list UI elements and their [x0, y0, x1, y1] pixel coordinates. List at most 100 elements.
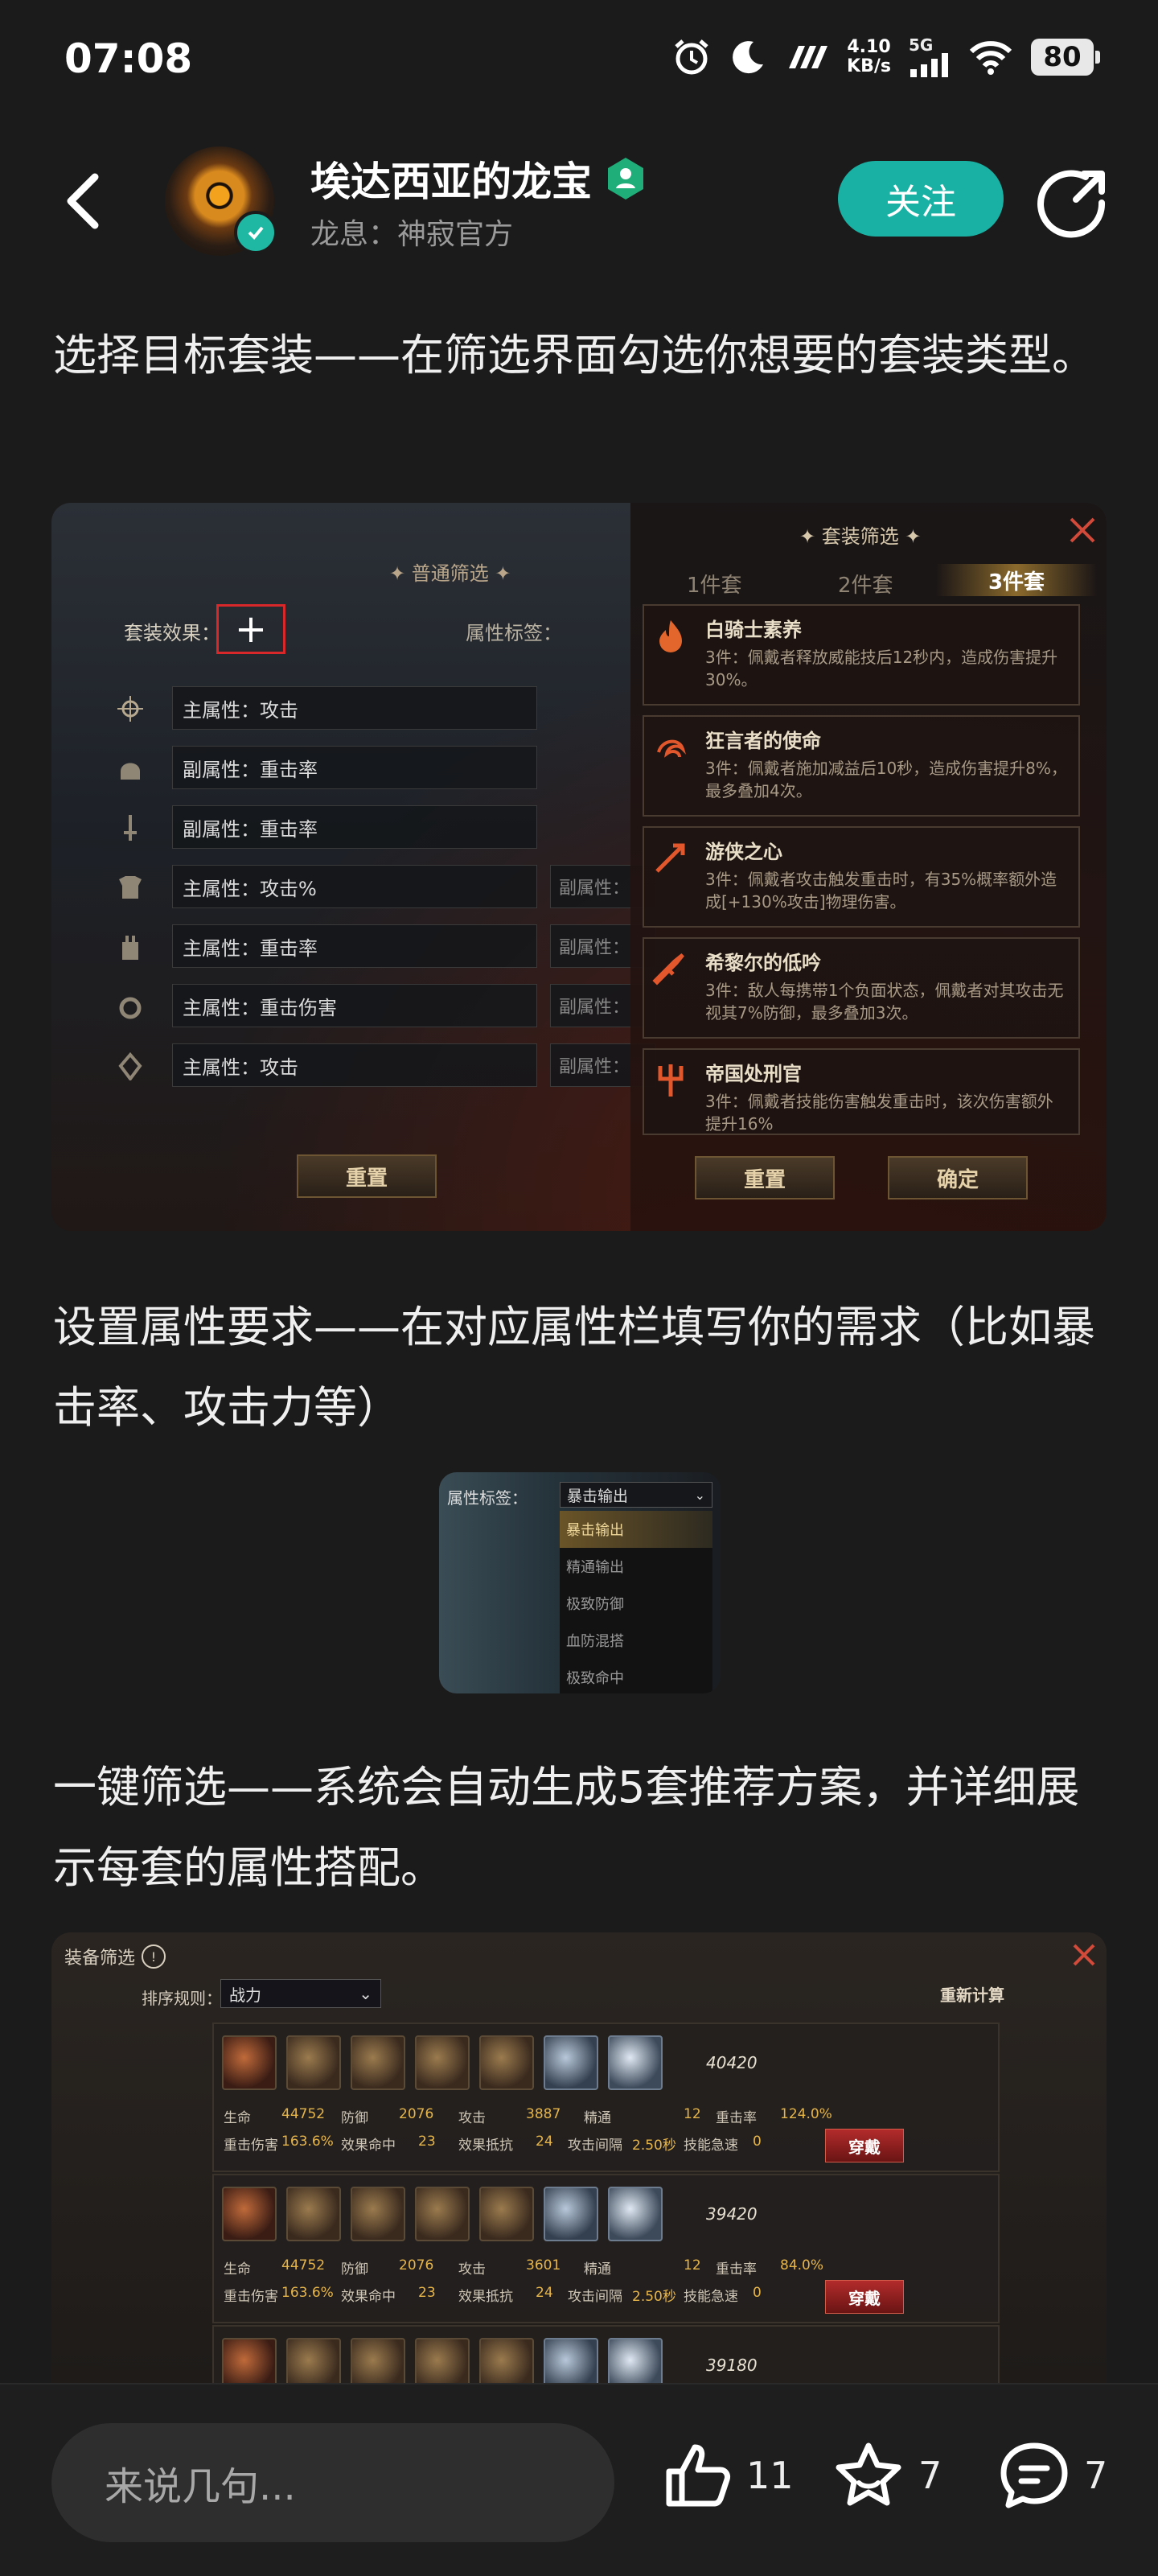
equipment-icon [608, 2187, 663, 2241]
equipment-icon [608, 2338, 663, 2383]
glove-slot-icon [122, 936, 138, 960]
helmet-slot-icon [121, 763, 140, 780]
sword-slot-icon [124, 815, 137, 841]
share-icon[interactable] [1037, 166, 1110, 238]
option-max-defense[interactable]: 极致防御 [560, 1585, 712, 1622]
like-count: 11 [746, 2454, 794, 2497]
star-icon [836, 2442, 901, 2506]
sort-label: 排序规则： [142, 1989, 222, 2008]
verified-badge-icon [234, 211, 277, 254]
stats-line: 生命 44752 防御 2076 攻击 3887 精通 12 重击率 124.0% [224, 2106, 832, 2126]
attr-row[interactable]: 主属性：重击率 副属性： [84, 924, 656, 969]
option-crit-output[interactable]: 暴击输出 [560, 1511, 712, 1548]
attr-row[interactable]: 主属性：攻击% 副属性： [84, 865, 656, 910]
normal-filter-title: ✦ 普通筛选 ✦ [389, 562, 511, 585]
confirm-button[interactable]: 确定 [888, 1156, 1028, 1200]
set-option[interactable]: 白骑士素养 3件：佩戴者释放威能技后12秒内，造成伤害提升30%。 [643, 604, 1080, 706]
post-header: 埃达西亚的龙宝 龙息：神寂官方 关注 [0, 137, 1158, 265]
status-time: 07:08 [64, 35, 193, 82]
back-icon[interactable] [56, 169, 113, 233]
equipment-icon [222, 2187, 277, 2241]
attr-row[interactable]: 副属性：重击率 [84, 746, 598, 791]
build-row[interactable]: 39180 [212, 2325, 1000, 2383]
equipment-icon [222, 2035, 277, 2090]
equipment-filter-screenshot[interactable]: 装备筛选 ! 排序规则： 战力 ⌄ 重新计算 40420 生命 44752 防御 20… [51, 1932, 1107, 2383]
equipment-icon [286, 2338, 341, 2383]
attr-row[interactable]: 主属性：攻击 [84, 686, 598, 731]
bottom-action-bar: 来说几句... 11 7 7 [0, 2383, 1158, 2576]
status-icons: 4.10 KB/s 5G 80 [671, 37, 1100, 77]
info-icon: ! [142, 1944, 166, 1969]
set-option[interactable]: 帝国处刑官 3件：佩戴者技能伤害触发重击时，该次伤害额外提升16% [643, 1048, 1080, 1135]
equipment-icon [351, 2187, 405, 2241]
comment-button[interactable]: 7 [997, 2439, 1107, 2512]
carrier-logo-icon [789, 46, 828, 68]
equipment-icon [415, 2035, 470, 2090]
tab-2-piece[interactable]: 2件套 [838, 569, 893, 599]
close-icon[interactable] [1066, 514, 1098, 546]
equipment-icon [544, 2338, 598, 2383]
attr-row[interactable]: 主属性：攻击 副属性： [84, 1043, 656, 1088]
tab-3-piece[interactable]: 3件套 [936, 564, 1097, 596]
option-mastery-output[interactable]: 精通输出 [560, 1548, 712, 1585]
option-hp-defense-mix[interactable]: 血防混搭 [560, 1622, 712, 1659]
avatar[interactable] [165, 146, 277, 256]
sort-select[interactable]: 战力 ⌄ [220, 1979, 381, 2008]
set-effect-label: 套装效果： [124, 622, 220, 644]
equipment-icon [351, 2035, 405, 2090]
alarm-icon [675, 39, 708, 75]
power-value: 40420 [706, 2053, 758, 2072]
comment-input[interactable]: 来说几句... [51, 2423, 614, 2542]
close-icon[interactable] [1070, 1940, 1098, 1969]
build-row[interactable]: 39420 生命 44752 防御 2076 攻击 3601 精通 12 重击率 84.0… [212, 2174, 1000, 2323]
moon-icon [733, 41, 764, 74]
set-option[interactable]: 希黎尔的低吟 3件：敌人每携带1个负面状态，佩戴者对其攻击无视其7%防御，最多叠… [643, 937, 1080, 1039]
build-row[interactable]: 40420 生命 44752 防御 2076 攻击 3887 精通 12 重击率 124.… [212, 2023, 1000, 2172]
author-name[interactable]: 埃达西亚的龙宝 [310, 150, 648, 208]
recalculate-button[interactable]: 重新计算 [940, 1982, 1004, 2006]
favorite-button[interactable]: 7 [832, 2439, 942, 2512]
net-speed: 4.10 KB/s [847, 37, 891, 76]
dagger-icon [652, 953, 684, 986]
set-option[interactable]: 狂言者的使命 3件：佩戴者施加减益后10秒，造成伤害提升8%，最多叠加4次。 [643, 715, 1080, 817]
attr-tag-select[interactable]: 暴击输出 ⌄ [560, 1482, 712, 1508]
wifi-icon [969, 41, 1012, 75]
tab-1-piece[interactable]: 1件套 [687, 569, 742, 599]
arrow-icon [655, 843, 685, 873]
author-subtitle: 龙息：神寂官方 [310, 218, 514, 251]
wear-button[interactable]: 穿戴 [825, 2129, 904, 2162]
attribute-tag-screenshot[interactable]: 属性标签： 暴击输出 ⌄ 暴击输出 精通输出 极致防御 血防混搭 极致命中 [439, 1472, 721, 1693]
paragraph: 选择目标套装——在筛选界面勾选你想要的套装类型。 [53, 330, 1095, 381]
favorite-count: 7 [918, 2454, 942, 2497]
attr-row[interactable]: 副属性：重击率 [84, 805, 598, 850]
ring-slot-icon [119, 997, 142, 1019]
paragraph: 一键筛选——系统会自动生成5套推荐方案，并详细展示每套的属性搭配。 [53, 1762, 1080, 1893]
option-max-accuracy[interactable]: 极致命中 [560, 1659, 712, 1693]
wear-button[interactable]: 穿戴 [825, 2280, 904, 2314]
comment-count: 7 [1084, 2454, 1108, 2497]
equipment-icon [286, 2035, 341, 2090]
follow-button[interactable]: 关注 [838, 161, 1004, 237]
like-button[interactable]: 11 [661, 2439, 794, 2512]
stats-line: 重击伤害 163.6% 效果命中 23 效果抵抗 24 攻击间隔 2.50秒 技能急速 0 [224, 2285, 762, 2305]
attr-row[interactable]: 主属性：重击伤害 副属性： [84, 984, 656, 1029]
reset-button[interactable]: 重置 [695, 1156, 835, 1200]
trident-icon [658, 1064, 684, 1097]
attr-tag-label: 属性标签： [447, 1488, 528, 1508]
amulet-slot-icon [118, 1051, 142, 1080]
status-bar: 07:08 4.10 KB/s 5G 80 [0, 0, 1158, 121]
set-filter-screenshot[interactable]: ✦ 普通筛选 ✦ 套装效果： + 属性标签： 主属性：攻击 副属性：重击率 副属… [51, 503, 1107, 1231]
equipment-icon [415, 2187, 470, 2241]
set-option[interactable]: 游侠之心 3件：佩戴者攻击触发重击时，有35%概率额外造成[+130%攻击]物理… [643, 826, 1080, 928]
flame-icon [659, 620, 682, 652]
power-value: 39420 [706, 2204, 758, 2224]
paragraph: 设置属性要求——在对应属性栏填写你的需求（比如暴击率、攻击力等） [53, 1302, 1095, 1433]
chevron-down-icon: ⌄ [359, 1984, 372, 2003]
signal-strength-icon: 5G [909, 37, 951, 77]
left-reset-button[interactable]: 重置 [297, 1154, 437, 1198]
attr-tag-label: 属性标签： [466, 622, 562, 644]
add-set-button[interactable]: + [216, 604, 285, 654]
equipment-icon [479, 2035, 534, 2090]
equipment-icon [479, 2187, 534, 2241]
stats-line: 生命 44752 防御 2076 攻击 3601 精通 12 重击率 84.0% [224, 2257, 824, 2278]
